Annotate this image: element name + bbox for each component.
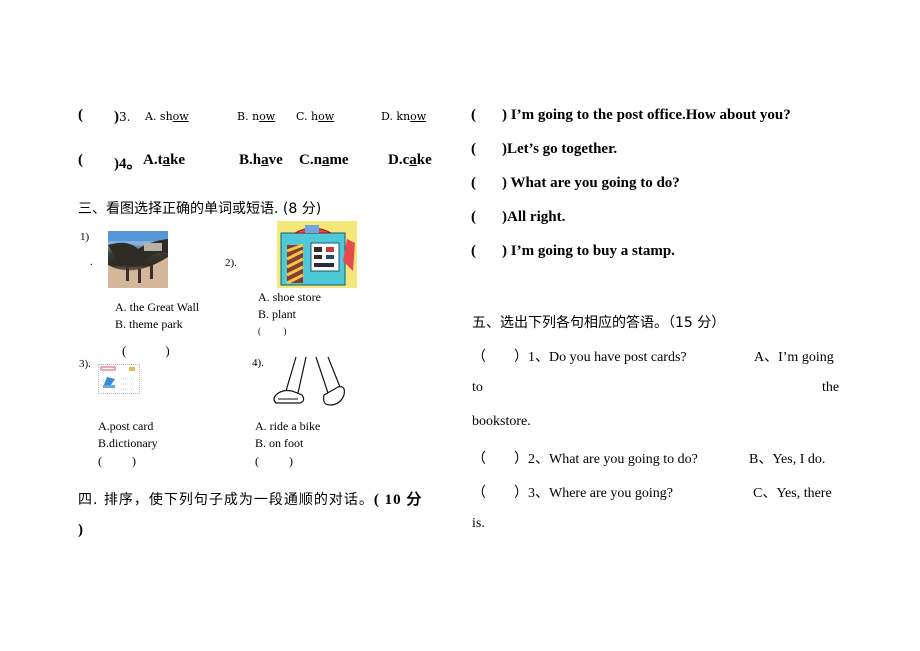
item4-option-b: B. on foot	[255, 436, 304, 450]
shoe-store-illustration	[277, 221, 357, 288]
s5-answer-a-wrap-3: bookstore.	[472, 414, 531, 429]
item3-option-b: B.dictionary	[98, 436, 158, 450]
s5-answer-a-wrap-1: to	[472, 380, 483, 395]
s5-answer-a-wrap-2: the	[822, 380, 840, 395]
item1-option-b: B. theme park	[115, 317, 183, 331]
s5-question-1: （ ）1、Do you have post cards?	[472, 350, 687, 365]
s5-answer-b: B、Yes, I do.	[749, 452, 826, 467]
q3-option-b: B. now	[237, 110, 276, 123]
post-card-illustration	[98, 364, 140, 394]
dialogue-line-5: () I’m going to buy a stamp.	[471, 243, 675, 259]
s5-answer-c-wrap: is.	[472, 516, 485, 531]
q3-bracket-open: (	[78, 107, 83, 123]
q3-number: )3.	[114, 109, 131, 125]
section5-title: 五、选出下列各句相应的答语。（15 分）	[472, 315, 726, 331]
dialogue-line-4: ()All right.	[471, 209, 566, 225]
s5-answer-a: A、I’m going	[754, 350, 834, 365]
great-wall-photo	[108, 231, 168, 288]
item3-number: 3).	[79, 358, 91, 370]
section4-title-close: )	[78, 522, 83, 538]
walking-feet-illustration	[268, 355, 354, 411]
item2-option-b: B. plant	[258, 307, 296, 321]
item1-option-a: A. the Great Wall	[115, 300, 200, 314]
s5-answer-c: C、Yes, there	[753, 486, 832, 501]
item4-option-a: A. ride a bike	[255, 419, 321, 433]
q4-option-d: D.cake	[388, 152, 432, 168]
item1-answer-blank[interactable]: ( )	[122, 343, 170, 359]
item1-number: 1)	[80, 231, 90, 243]
q3-option-d: D. know	[381, 110, 427, 123]
s5-question-2: （ ）2、What are you going to do?	[472, 452, 698, 467]
dialogue-line-2: ()Let’s go together.	[471, 141, 618, 157]
section3-title: 三、看图选择正确的单词或短语. (8 分)	[78, 201, 322, 217]
q4-option-c: C.name	[299, 152, 349, 168]
s5-question-3: （ ）3、Where are you going?	[472, 486, 673, 501]
q4-option-b: B.have	[239, 152, 283, 168]
dialogue-line-3: () What are you going to do?	[471, 175, 680, 191]
dialogue-line-1: () I’m going to the post office.How abou…	[471, 107, 791, 123]
q3-option-c: C. how	[296, 110, 335, 123]
item3-answer-blank[interactable]: ( )	[98, 454, 136, 469]
item1-dot: .	[90, 256, 93, 268]
item2-number: 2).	[225, 257, 237, 269]
q4-bracket-open: (	[78, 152, 83, 168]
section4-title: 四. 排序，使下列句子成为一段通顺的对话。( 10 分	[78, 492, 423, 508]
item2-option-a: A. shoe store	[258, 290, 321, 304]
item4-answer-blank[interactable]: ( )	[255, 454, 293, 469]
item3-option-a: A.post card	[98, 419, 154, 433]
item2-answer-blank[interactable]: ( )	[258, 326, 287, 336]
q3-option-a: A. show	[145, 110, 189, 123]
q4-number: )4。	[114, 156, 142, 172]
item4-number: 4).	[252, 357, 264, 369]
q4-option-a: A.take	[143, 152, 186, 168]
